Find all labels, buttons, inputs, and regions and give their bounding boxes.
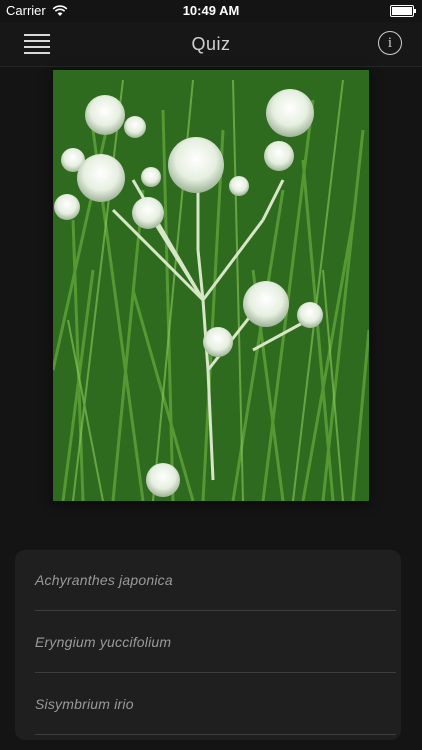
- divider: [35, 672, 396, 673]
- answer-option-2[interactable]: Eryngium yuccifolium: [15, 612, 401, 673]
- answer-label: Sisymbrium irio: [35, 696, 134, 712]
- battery-icon: [390, 5, 416, 17]
- status-bar: Carrier 10:49 AM: [0, 0, 422, 22]
- answer-list: Achyranthes japonica Eryngium yuccifoliu…: [15, 550, 401, 740]
- quiz-plant-photo: [53, 70, 369, 501]
- divider: [35, 610, 396, 611]
- answer-option-3[interactable]: Sisymbrium irio: [15, 674, 401, 735]
- answer-option-1[interactable]: Achyranthes japonica: [15, 550, 401, 611]
- divider: [35, 734, 396, 735]
- info-icon[interactable]: i: [378, 31, 402, 55]
- plant-illustration: [53, 70, 369, 501]
- page-title: Quiz: [191, 34, 231, 54]
- answer-label: Achyranthes japonica: [35, 572, 173, 588]
- answer-label: Eryngium yuccifolium: [35, 634, 172, 650]
- navigation-bar: Quiz i: [0, 22, 422, 67]
- status-time: 10:49 AM: [182, 3, 240, 18]
